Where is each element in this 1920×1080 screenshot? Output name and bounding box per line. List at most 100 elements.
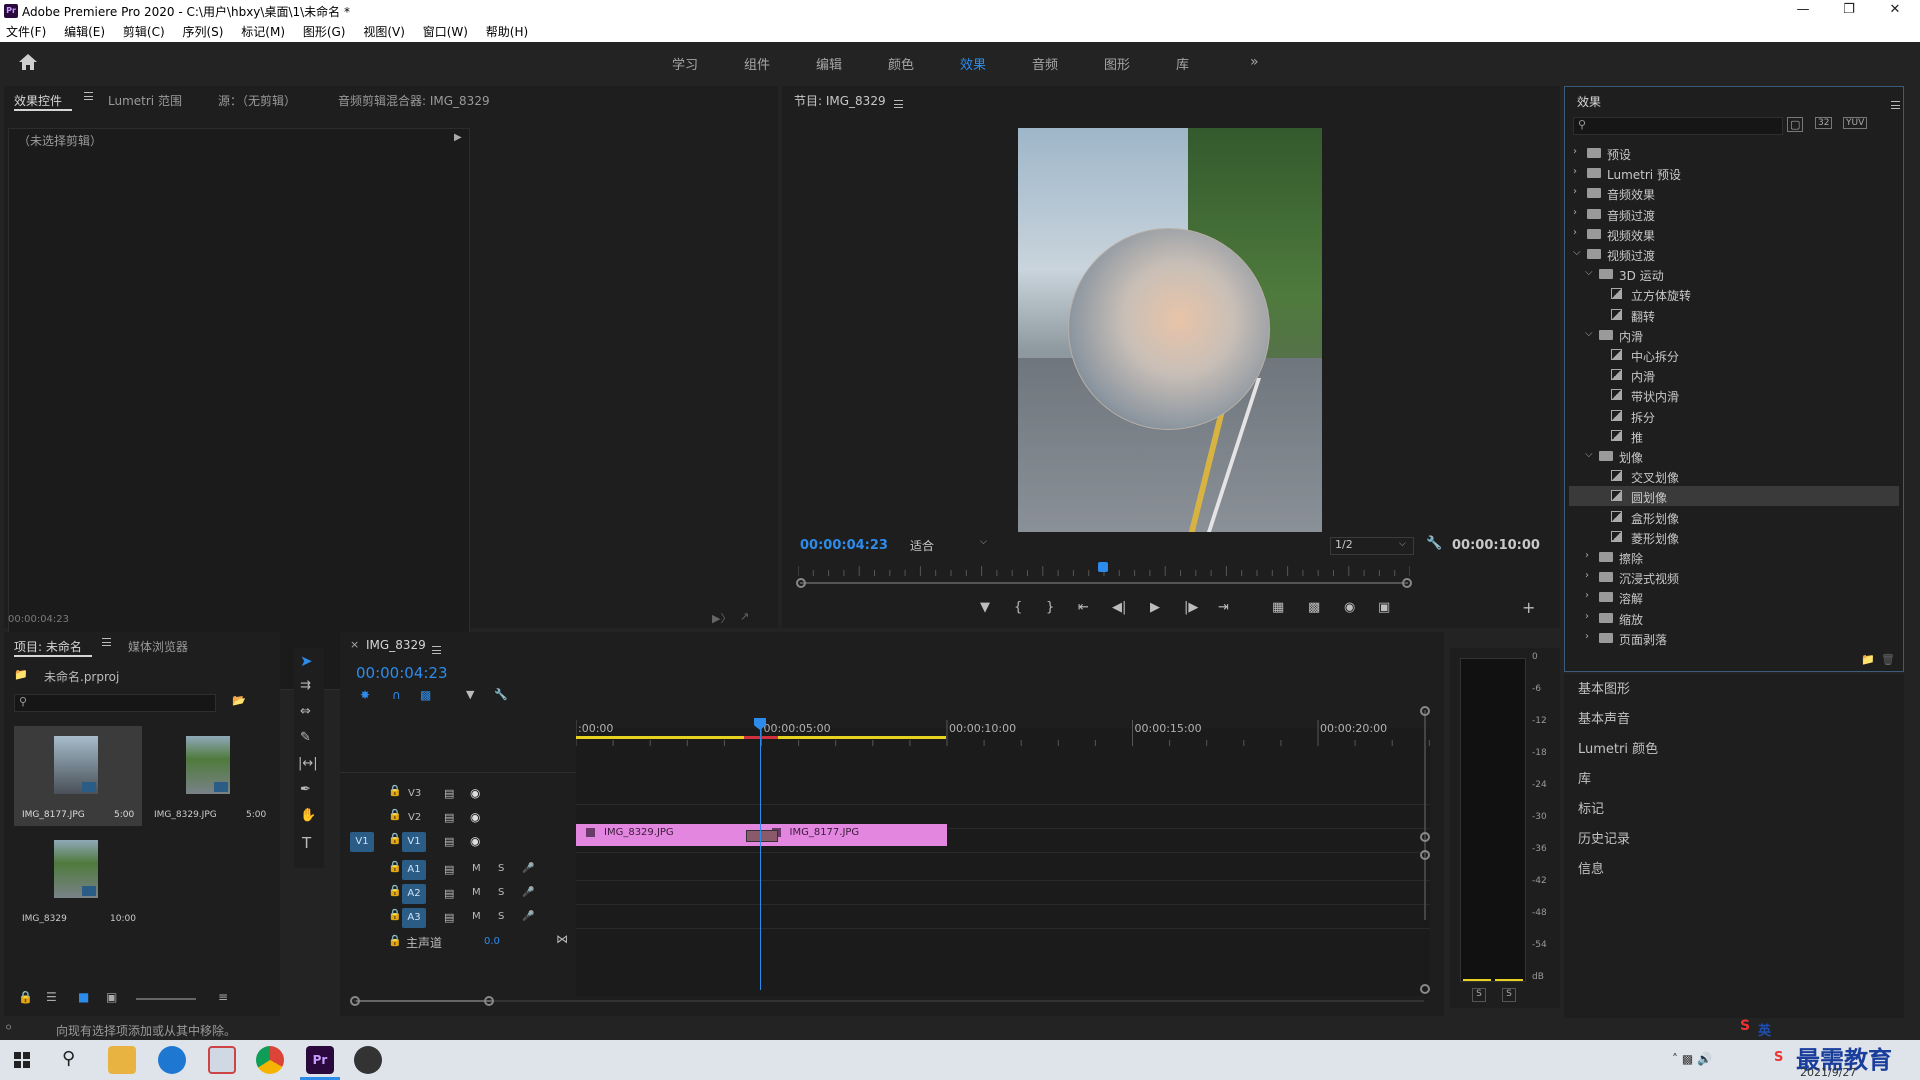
sync-lock-icon[interactable]: ▤: [444, 787, 454, 800]
chevron-right-icon[interactable]: ›: [1585, 550, 1589, 561]
program-menu-icon[interactable]: [894, 99, 903, 108]
menu-clip[interactable]: 剪辑(C): [123, 22, 165, 42]
chevron-right-icon[interactable]: ›: [1573, 166, 1577, 177]
paint-app-icon[interactable]: [208, 1046, 236, 1074]
lock-icon[interactable]: 🔒: [18, 990, 33, 1004]
solo-button[interactable]: S: [498, 887, 504, 898]
play-icon[interactable]: ▶: [1150, 600, 1160, 615]
sogou-ime-icon[interactable]: S: [1740, 1018, 1750, 1034]
chevron-right-icon[interactable]: ›: [1573, 207, 1577, 218]
workspace-audio[interactable]: 音频: [1032, 54, 1058, 73]
program-playhead[interactable]: [1097, 562, 1108, 572]
track-target-button[interactable]: A2: [402, 884, 426, 904]
effect-item[interactable]: 翻转: [1569, 305, 1899, 325]
export-frame-camera-icon[interactable]: ◉: [1344, 600, 1355, 615]
go-to-out-icon[interactable]: ⇥: [1218, 600, 1229, 615]
mark-out-icon[interactable]: }: [1046, 600, 1054, 615]
timeline-clip[interactable]: IMG_8329.JPG: [576, 824, 762, 846]
effect-item[interactable]: 带状内滑: [1569, 385, 1899, 405]
go-to-in-icon[interactable]: ⇤: [1078, 600, 1089, 615]
h-scroll-right-handle[interactable]: [484, 996, 494, 1006]
side-info[interactable]: 信息: [1578, 858, 1604, 877]
fit-dropdown[interactable]: 适合 ⌵: [910, 537, 1000, 555]
find-bin-icon[interactable]: 📂: [232, 694, 246, 707]
premiere-taskbar-icon[interactable]: Pr: [306, 1046, 334, 1074]
effect-item[interactable]: 内滑: [1569, 365, 1899, 385]
effect-item[interactable]: 拆分: [1569, 406, 1899, 426]
master-volume-value[interactable]: 0.0: [484, 936, 500, 947]
microphone-icon[interactable]: 🎤: [522, 911, 534, 922]
effect-item[interactable]: 盒形划像: [1569, 507, 1899, 527]
lock-icon[interactable]: 🔒: [388, 784, 402, 797]
effect-item[interactable]: 圆划像: [1569, 486, 1899, 507]
export-icon[interactable]: ↗: [740, 610, 749, 623]
chevron-down-icon[interactable]: ⌵: [1585, 328, 1593, 339]
menu-edit[interactable]: 编辑(E): [64, 22, 105, 42]
sogou-tray-icon[interactable]: S: [1774, 1050, 1783, 1065]
workspace-graphics[interactable]: 图形: [1104, 54, 1130, 73]
side-history[interactable]: 历史记录: [1578, 828, 1630, 847]
home-icon[interactable]: [18, 52, 38, 72]
effects-folder[interactable]: › 视频效果: [1569, 224, 1899, 244]
microphone-icon[interactable]: 🎤: [522, 887, 534, 898]
minimize-button[interactable]: —: [1780, 0, 1826, 22]
eye-icon[interactable]: ◉: [470, 834, 480, 848]
comparison-view-icon[interactable]: ▣: [1378, 600, 1390, 615]
effect-item[interactable]: 菱形划像: [1569, 527, 1899, 547]
menu-view[interactable]: 视图(V): [363, 22, 405, 42]
scrollbar-handle-bottom[interactable]: [1420, 984, 1430, 994]
lock-icon[interactable]: 🔒: [388, 934, 402, 947]
chevron-right-icon[interactable]: ›: [1573, 186, 1577, 197]
effect-item[interactable]: 交叉划像: [1569, 466, 1899, 486]
sync-lock-icon[interactable]: ▤: [444, 911, 454, 924]
tab-project[interactable]: 项目: 未命名: [14, 638, 82, 655]
selection-tool-icon[interactable]: ➤: [300, 652, 313, 670]
eye-icon[interactable]: ◉: [470, 810, 480, 824]
chevron-right-icon[interactable]: ›: [1585, 611, 1589, 622]
freeform-view-icon[interactable]: ▣: [106, 990, 117, 1004]
vertical-scrollbar-video[interactable]: [1424, 710, 1426, 920]
mute-button[interactable]: M: [472, 863, 481, 874]
meter-solo-left[interactable]: S: [1472, 988, 1486, 1002]
side-essential-graphics[interactable]: 基本图形: [1578, 678, 1630, 697]
side-lumetri-color[interactable]: Lumetri 颜色: [1578, 738, 1658, 757]
timeline-ruler[interactable]: :00:00 00:00:05:00 00:00:10:00 00:00:15:00 0…: [576, 720, 1436, 750]
mark-in-icon[interactable]: {: [1014, 600, 1022, 615]
panel-menu-icon[interactable]: [84, 92, 93, 100]
chevron-right-icon[interactable]: ›: [1573, 146, 1577, 157]
sync-lock-icon[interactable]: ▤: [444, 835, 454, 848]
project-item[interactable]: IMG_8177.JPG 5:00: [14, 726, 142, 826]
project-menu-icon[interactable]: [102, 638, 111, 646]
thumbnail-size-slider[interactable]: [136, 998, 196, 1000]
list-view-icon[interactable]: ☰: [46, 990, 57, 1004]
windows-start-icon[interactable]: [14, 1052, 30, 1068]
source-patch-v1[interactable]: V1: [350, 832, 374, 852]
side-libraries[interactable]: 库: [1578, 768, 1591, 787]
step-back-icon[interactable]: ◀|: [1112, 600, 1126, 615]
side-essential-sound[interactable]: 基本声音: [1578, 708, 1630, 727]
filter-icon[interactable]: ▶〉: [712, 610, 731, 626]
effects-folder[interactable]: › 溶解: [1569, 587, 1899, 607]
tab-source[interactable]: 源：（无剪辑）: [218, 92, 296, 109]
effects-folder[interactable]: ⌵ 视频过渡: [1569, 244, 1899, 264]
sync-lock-icon[interactable]: ▤: [444, 863, 454, 876]
32bit-effects-icon[interactable]: 32: [1815, 117, 1833, 129]
workspace-assembly[interactable]: 组件: [744, 54, 770, 73]
menu-graphics[interactable]: 图形(G): [303, 22, 346, 42]
menu-window[interactable]: 窗口(W): [423, 22, 468, 42]
effect-item[interactable]: 推: [1569, 426, 1899, 446]
chrome-browser-icon[interactable]: [256, 1046, 284, 1074]
chevron-right-icon[interactable]: ›: [1585, 631, 1589, 642]
program-timecode[interactable]: 00:00:04:23: [800, 538, 888, 553]
project-item[interactable]: IMG_8329 10:00: [14, 830, 142, 930]
scrollbar-handle-top[interactable]: [1420, 706, 1430, 716]
sync-lock-icon[interactable]: ▤: [444, 811, 454, 824]
edge-browser-icon[interactable]: [158, 1046, 186, 1074]
lock-icon[interactable]: 🔒: [388, 884, 402, 897]
sync-lock-icon[interactable]: ▤: [444, 887, 454, 900]
type-tool-icon[interactable]: T: [302, 834, 311, 852]
meter-solo-right[interactable]: S: [1502, 988, 1516, 1002]
workspace-libraries[interactable]: 库: [1176, 54, 1189, 73]
project-search-input[interactable]: ⚲: [14, 694, 216, 712]
side-markers[interactable]: 标记: [1578, 798, 1604, 817]
